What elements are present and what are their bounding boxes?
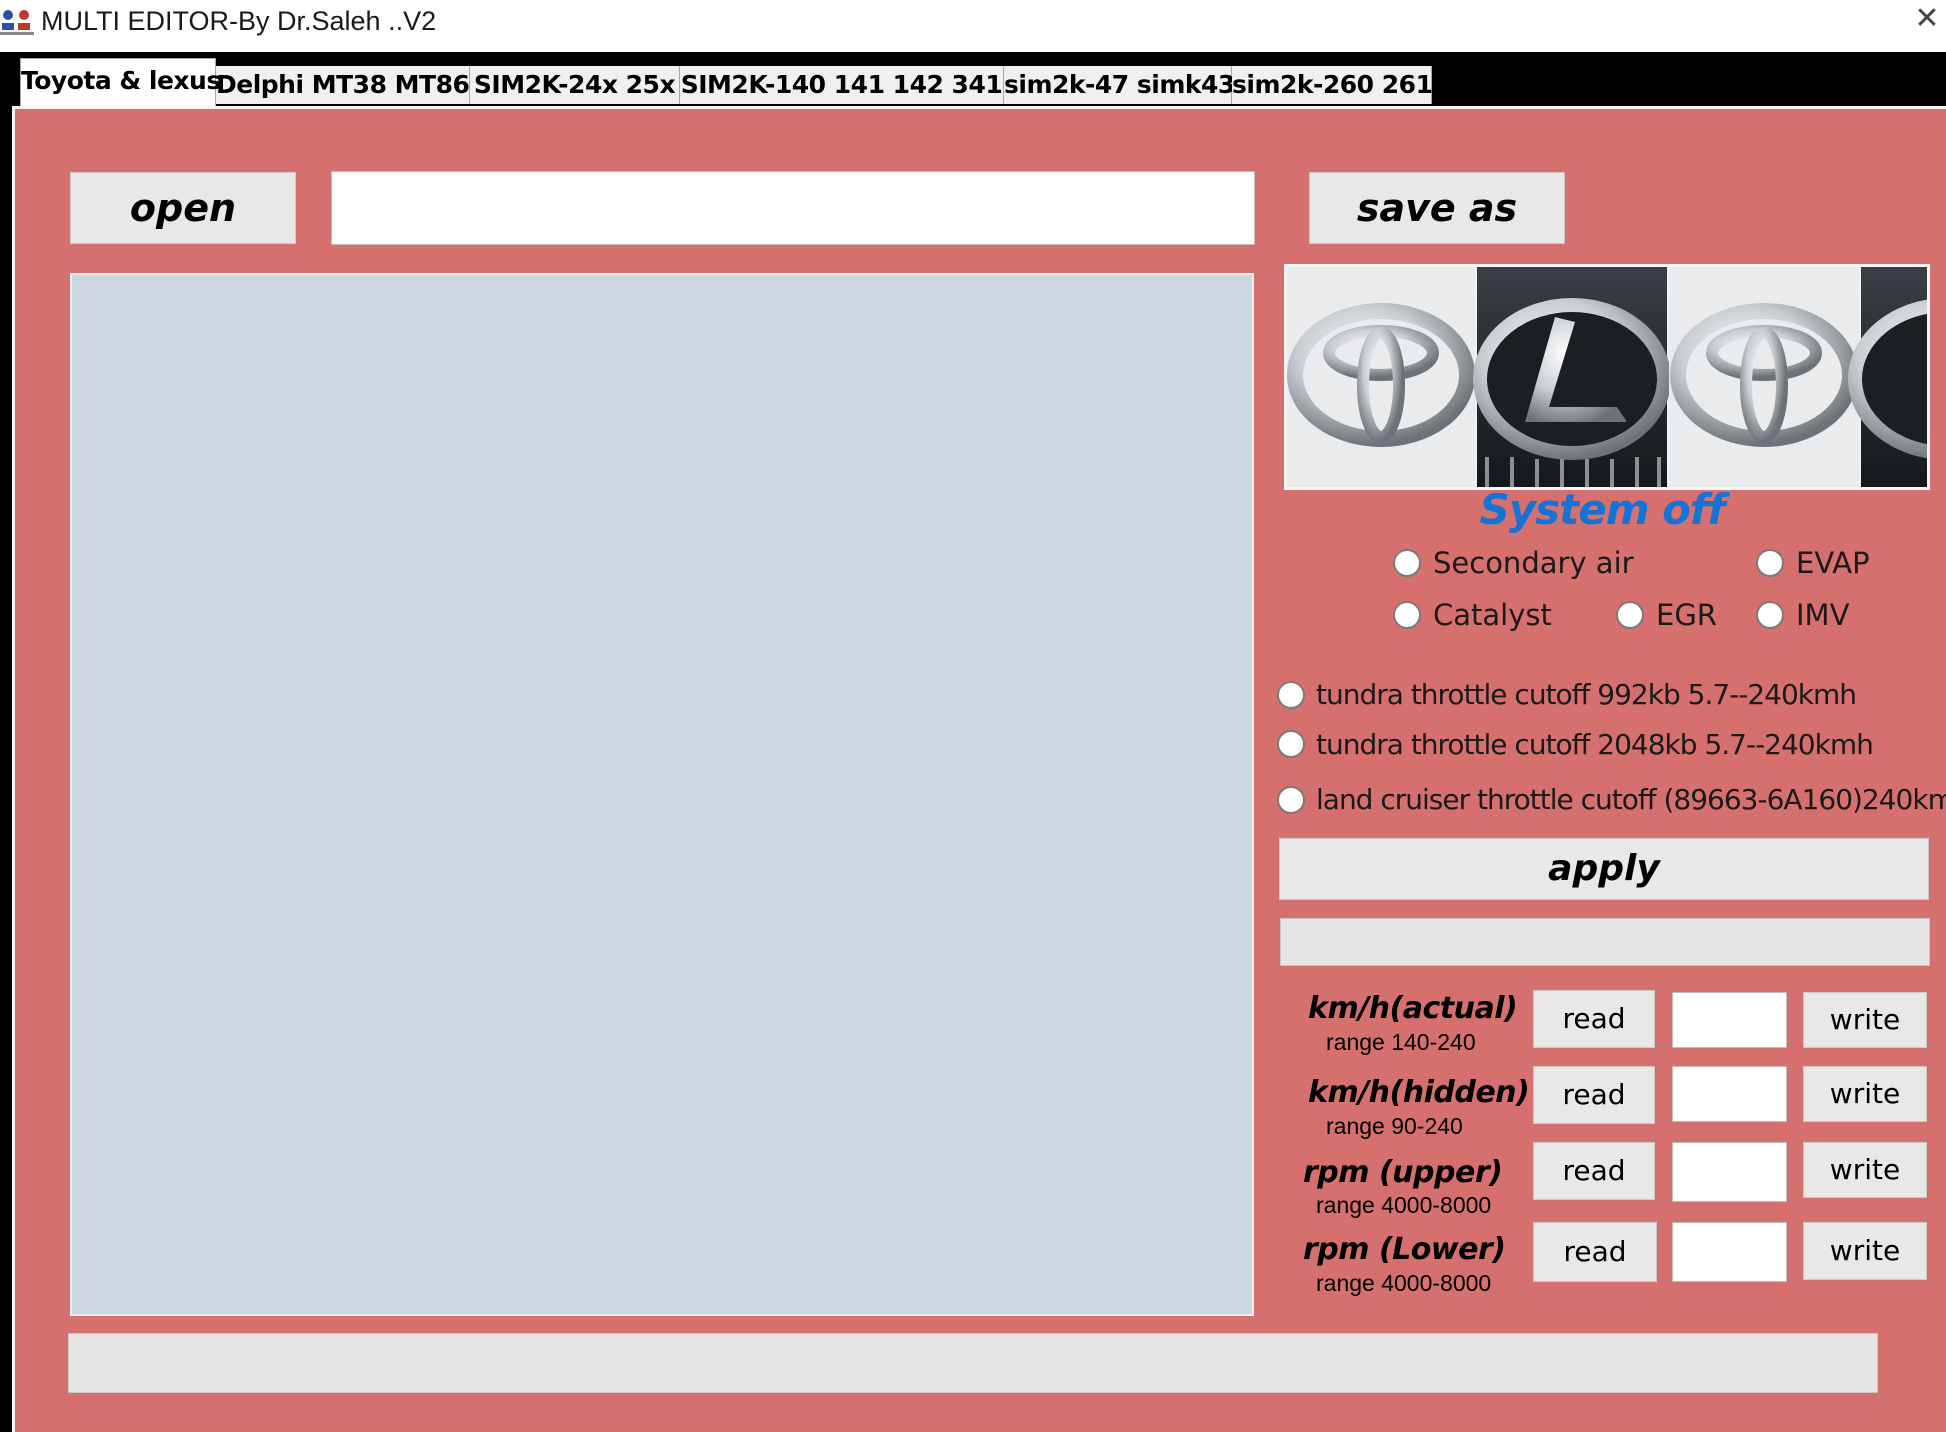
tab-sim2k-260-261[interactable]: sim2k-260 261 [1232,66,1433,104]
hex-editor-textarea[interactable] [70,273,1254,1316]
tab-sim2k-47-simk43[interactable]: sim2k-47 simk43 [1004,66,1235,104]
kmh-hidden-range: range 90-240 [1326,1113,1463,1139]
app-icon [0,6,36,36]
kmh-actual-read-button[interactable]: read [1533,990,1655,1048]
tab-sim2k-140-141-142-341[interactable]: SIM2K-140 141 142 341 [680,66,1004,104]
rpm-lower-range: range 4000-8000 [1316,1270,1492,1296]
catalyst-radio[interactable] [1393,601,1421,629]
kmh-hidden-write-button[interactable]: write [1803,1066,1927,1122]
throttle-option-radio[interactable] [1277,786,1305,814]
catalyst-label: Catalyst [1433,598,1552,632]
lexus-emblem-icon [1473,267,1671,487]
file-path-field[interactable] [331,171,1255,245]
throttle-option-radio[interactable] [1277,730,1305,758]
toyota-emblem-icon [1669,267,1859,487]
kmh-actual-range: range 140-240 [1326,1029,1476,1055]
kmh-hidden-read-button[interactable]: read [1533,1066,1655,1124]
apply-button[interactable]: apply [1279,838,1929,900]
rpm-upper-write-button[interactable]: write [1803,1142,1927,1198]
imv-label: IMV [1796,598,1850,632]
throttle-option-radio[interactable] [1277,681,1305,709]
rpm-lower-input[interactable] [1672,1222,1787,1282]
tab-toyota-lexus[interactable]: Toyota & lexus [20,58,221,106]
rpm-lower-title: rpm (Lower) [1303,1232,1506,1267]
secondary-air-radio[interactable] [1393,549,1421,577]
rpm-lower-write-button[interactable]: write [1803,1222,1927,1280]
window-title: MULTI EDITOR-By Dr.Saleh ..V2 [41,6,437,36]
secondary-air-label: Secondary air [1433,546,1634,580]
egr-radio[interactable] [1616,601,1644,629]
rpm-upper-range: range 4000-8000 [1316,1192,1492,1218]
rpm-upper-input[interactable] [1672,1142,1787,1202]
evap-radio[interactable] [1756,549,1784,577]
tab-sim2k-24x-25x[interactable]: SIM2K-24x 25x [470,66,680,104]
kmh-hidden-title: km/h(hidden) [1308,1075,1530,1110]
kmh-actual-input[interactable] [1672,992,1787,1048]
rpm-lower-read-button[interactable]: read [1533,1222,1657,1282]
egr-label: EGR [1656,598,1717,632]
rpm-upper-title: rpm (upper) [1303,1155,1503,1190]
kmh-actual-title: km/h(actual) [1308,991,1518,1026]
evap-label: EVAP [1796,546,1870,580]
close-icon[interactable]: ✕ [1908,0,1946,40]
throttle-option-label: tundra throttle cutoff 992kb 5.7--240kmh [1316,678,1857,711]
throttle-option-label: tundra throttle cutoff 2048kb 5.7--240km… [1316,728,1874,761]
brand-logo-image [1284,264,1930,490]
rpm-upper-read-button[interactable]: read [1533,1142,1655,1200]
save-as-button[interactable]: save as [1309,172,1565,244]
kmh-hidden-input[interactable] [1672,1066,1787,1122]
system-status-label: System off [1479,485,1726,534]
status-field[interactable] [1280,918,1930,966]
lexus-emblem-icon [1848,267,1927,487]
tab-delphi-mt38-mt86[interactable]: Delphi MT38 MT86 [216,66,470,104]
imv-radio[interactable] [1756,601,1784,629]
open-button[interactable]: open [70,172,296,244]
bottom-status-bar [68,1333,1878,1393]
throttle-option-label: land cruiser throttle cutoff (89663-6A16… [1316,783,1946,816]
kmh-actual-write-button[interactable]: write [1803,992,1927,1048]
toyota-emblem-icon [1287,267,1475,487]
